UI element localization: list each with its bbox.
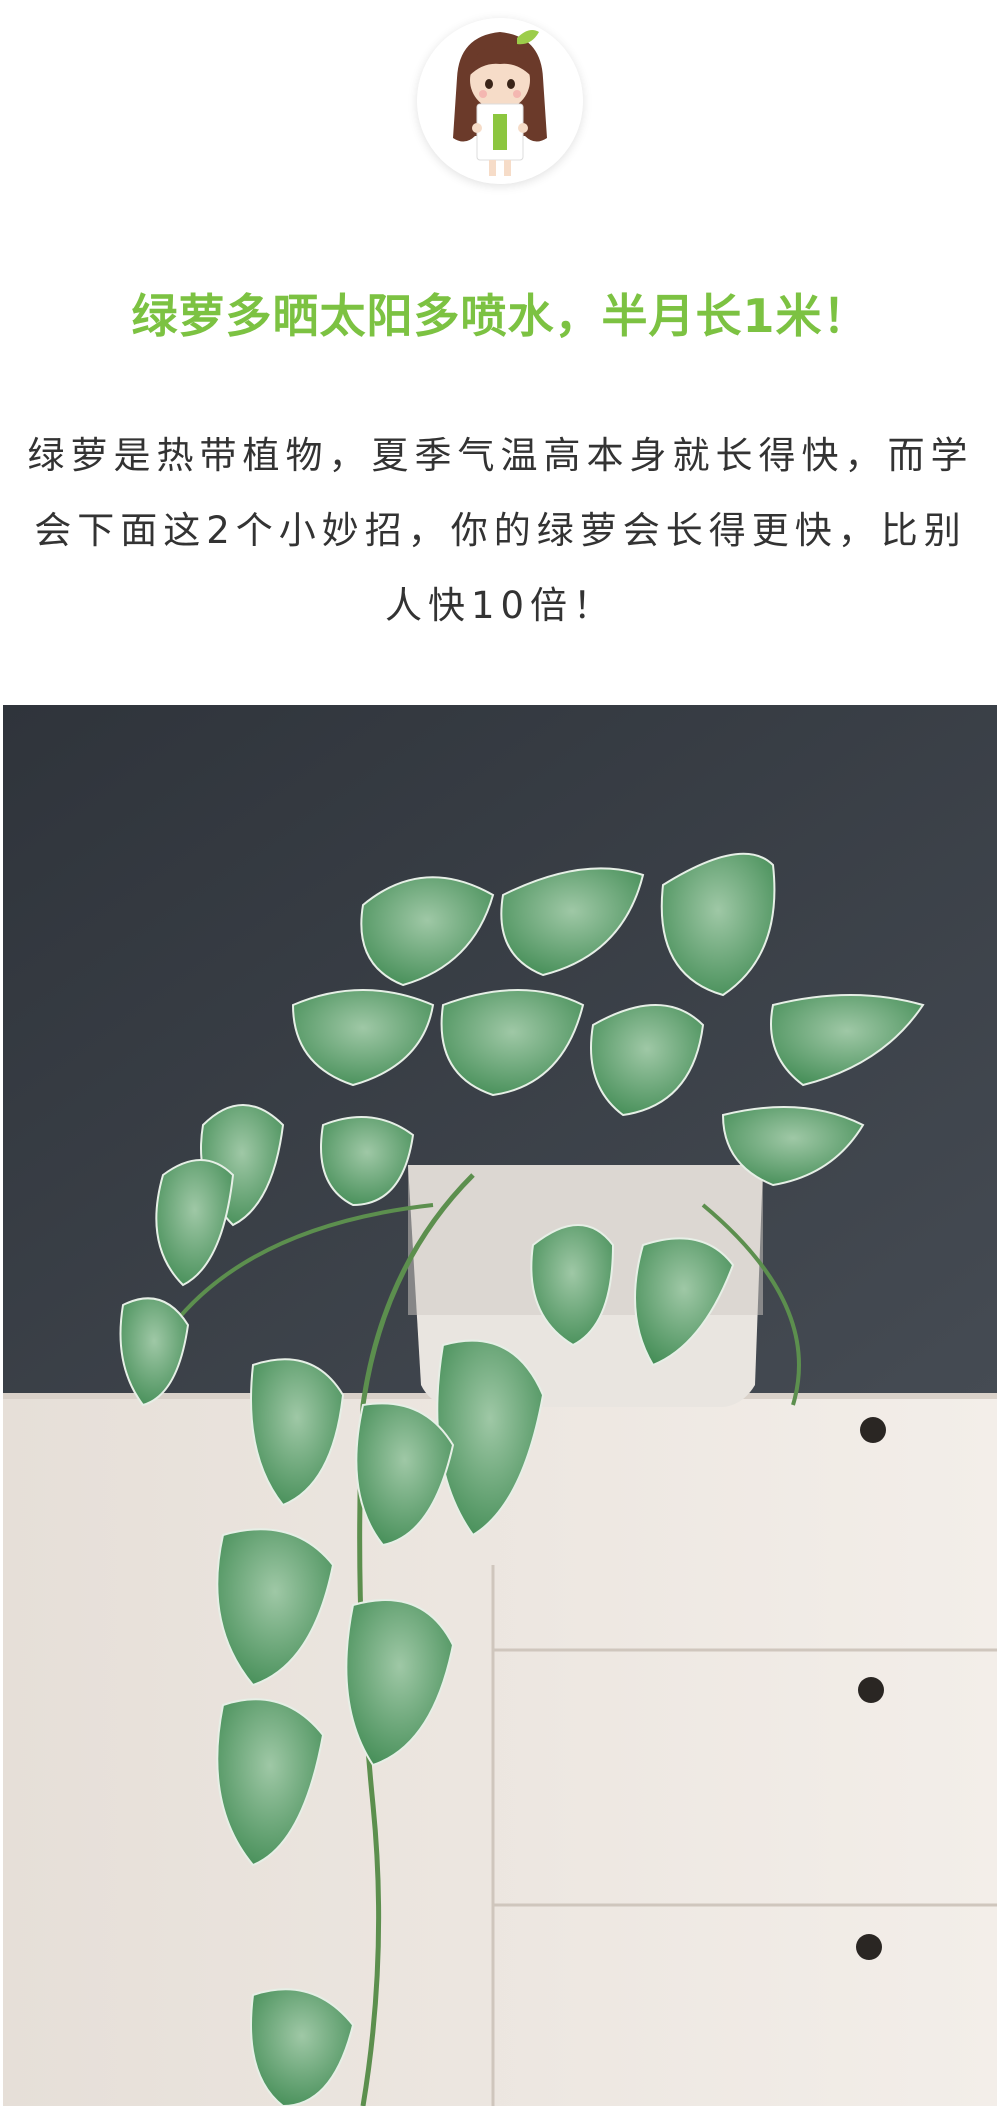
paragraph-line: 会下面这2个小妙招，你的绿萝会长得更快，比别: [34, 509, 967, 552]
pothos-plant-photo: [3, 705, 997, 2106]
paragraph-line: 人快10倍！: [384, 584, 617, 627]
pothos-plant-on-dresser-photo: [3, 705, 997, 2106]
article-page: 绿萝多晒太阳多喷水，半月长1米！ 绿萝是热带植物，夏季气温高本身就长得快，而学 …: [0, 0, 1001, 2106]
girl-holding-number-card-icon: [417, 18, 583, 184]
section-heading: 绿萝多晒太阳多喷水，半月长1米！: [131, 289, 870, 343]
girl-badge-icon: [417, 18, 583, 184]
intro-paragraph: 绿萝是热带植物，夏季气温高本身就长得快，而学 会下面这2个小妙招，你的绿萝会长得…: [0, 418, 1001, 643]
paragraph-line: 绿萝是热带植物，夏季气温高本身就长得快，而学: [27, 434, 974, 477]
